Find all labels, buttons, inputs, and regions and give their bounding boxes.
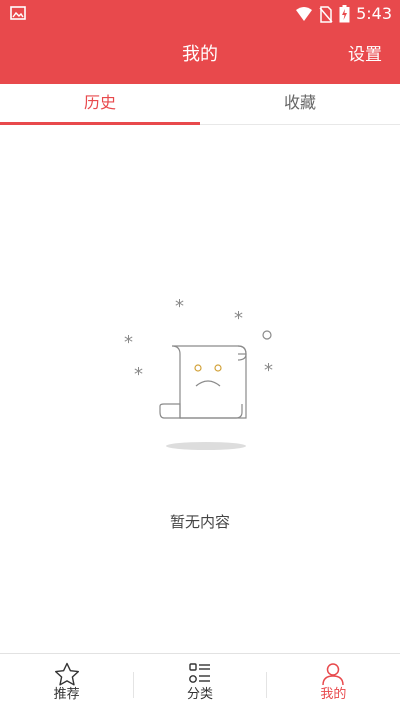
status-time: 5:43 — [356, 4, 392, 23]
app-header: 5:43 我的 设置 — [0, 0, 400, 84]
nav-category[interactable]: 分类 — [133, 654, 266, 710]
page-title: 我的 — [182, 44, 218, 65]
settings-button[interactable]: 设置 — [348, 42, 382, 68]
svg-text:*: * — [124, 332, 133, 353]
tab-history[interactable]: 历史 — [0, 84, 200, 125]
empty-message: 暂无内容 — [169, 513, 230, 531]
tab-favorites[interactable]: 收藏 — [200, 84, 400, 124]
svg-text:*: * — [234, 308, 243, 329]
star-icon — [54, 662, 79, 686]
nav-category-label: 分类 — [186, 687, 213, 702]
wifi-icon — [296, 7, 313, 21]
title-bar: 我的 设置 — [0, 28, 400, 84]
tab-favorites-label: 收藏 — [283, 93, 316, 112]
svg-text:*: * — [264, 360, 273, 381]
active-tab-indicator — [0, 122, 200, 125]
tab-bar: 历史 收藏 — [0, 84, 400, 125]
nav-recommend-label: 推荐 — [53, 687, 80, 702]
svg-text:*: * — [175, 296, 184, 317]
tab-history-label: 历史 — [83, 93, 116, 112]
no-sim-icon — [319, 5, 333, 23]
nav-mine-label: 我的 — [320, 687, 347, 702]
image-icon — [10, 6, 26, 20]
bottom-navigation: 推荐 分类 我的 — [0, 653, 400, 710]
nav-mine[interactable]: 我的 — [267, 654, 400, 710]
nav-recommend[interactable]: 推荐 — [0, 654, 133, 710]
sad-scroll-icon: * * * * * — [124, 296, 273, 450]
category-list-icon — [189, 663, 210, 683]
battery-charging-icon — [339, 5, 350, 23]
svg-text:*: * — [134, 364, 143, 385]
status-bar: 5:43 — [0, 0, 400, 28]
status-icons: 5:43 — [295, 4, 392, 24]
user-icon — [322, 663, 345, 686]
